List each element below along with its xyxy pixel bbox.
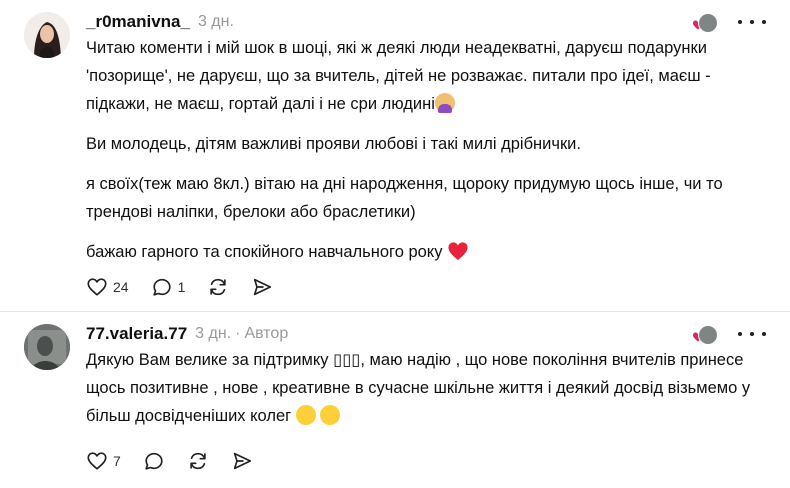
smiling-face-emoji-icon — [319, 405, 340, 425]
comment-actions: 24 1 — [86, 276, 295, 298]
more-dots-icon[interactable] — [738, 324, 766, 344]
like-button[interactable]: 7 — [86, 450, 121, 472]
comment-actions: 7 — [86, 450, 275, 472]
comment-paragraph: Читаю коменти і мій шок в шоці, які ж де… — [86, 34, 776, 118]
paragraph-text: Дякую Вам велике за підтримку ▯▯▯, маю н… — [86, 351, 751, 425]
reply-button[interactable] — [143, 450, 165, 472]
reply-count: 1 — [177, 279, 186, 295]
comment-paragraph: бажаю гарного та спокійного навчального … — [86, 238, 776, 266]
author-label: Автор — [244, 325, 289, 342]
comment-header: 77.valeria.77 3 дн. · Автор — [86, 322, 288, 346]
comment-body: Дякую Вам велике за підтримку ▯▯▯, маю н… — [86, 346, 776, 442]
paragraph-text: Читаю коменти і мій шок в шоці, які ж де… — [86, 39, 711, 113]
comment-header: _r0manivna_ 3 дн. — [86, 10, 234, 34]
timestamp[interactable]: 3 дн. — [195, 325, 231, 343]
speech-bubble-icon — [145, 452, 163, 470]
person-emoji-icon — [434, 93, 455, 113]
share-button[interactable] — [231, 450, 253, 472]
heart-outline-icon — [87, 452, 107, 470]
heart-outline-icon — [87, 278, 107, 296]
comment-paragraph: я своїх(теж маю 8кл.) вітаю на дні народ… — [86, 175, 723, 221]
like-button[interactable]: 24 — [86, 276, 129, 298]
username[interactable]: 77.valeria.77 — [86, 324, 187, 344]
comment: _r0manivna_ 3 дн. Читаю коменти і мій шо… — [0, 0, 790, 312]
comment-body: Читаю коменти і мій шок в шоці, які ж де… — [86, 34, 776, 278]
separator-dot: · — [235, 325, 241, 342]
timestamp[interactable]: 3 дн. — [198, 13, 234, 31]
more-dots-icon[interactable] — [738, 12, 766, 32]
exploding-head-emoji-icon — [295, 405, 316, 425]
paragraph-text: бажаю гарного та спокійного навчального … — [86, 243, 443, 261]
liked-by-author-indicator — [690, 11, 718, 33]
send-paper-plane-icon — [233, 452, 251, 470]
comment-paragraph: Дякую Вам велике за підтримку ▯▯▯, маю н… — [86, 346, 776, 430]
send-paper-plane-icon — [254, 278, 272, 296]
liked-by-author-indicator — [690, 323, 718, 345]
speech-bubble-icon — [152, 278, 171, 296]
reply-button[interactable]: 1 — [151, 276, 186, 298]
comment-paragraph: Ви молодець, дітям важливі прояви любові… — [86, 135, 581, 153]
like-count: 7 — [113, 453, 121, 469]
avatar[interactable] — [24, 12, 70, 58]
author-avatar-mini — [698, 325, 718, 345]
author-avatar-mini — [698, 13, 718, 33]
avatar[interactable] — [24, 324, 70, 370]
like-count: 24 — [113, 279, 129, 295]
repost-button[interactable] — [207, 276, 229, 298]
repost-arrows-icon — [190, 452, 206, 470]
comment: 77.valeria.77 3 дн. · Автор Дякую Вам ве… — [0, 312, 790, 488]
red-heart-emoji-icon — [448, 242, 468, 261]
username[interactable]: _r0manivna_ — [86, 12, 190, 32]
share-button[interactable] — [251, 276, 273, 298]
repost-arrows-icon — [210, 278, 227, 296]
repost-button[interactable] — [187, 450, 209, 472]
